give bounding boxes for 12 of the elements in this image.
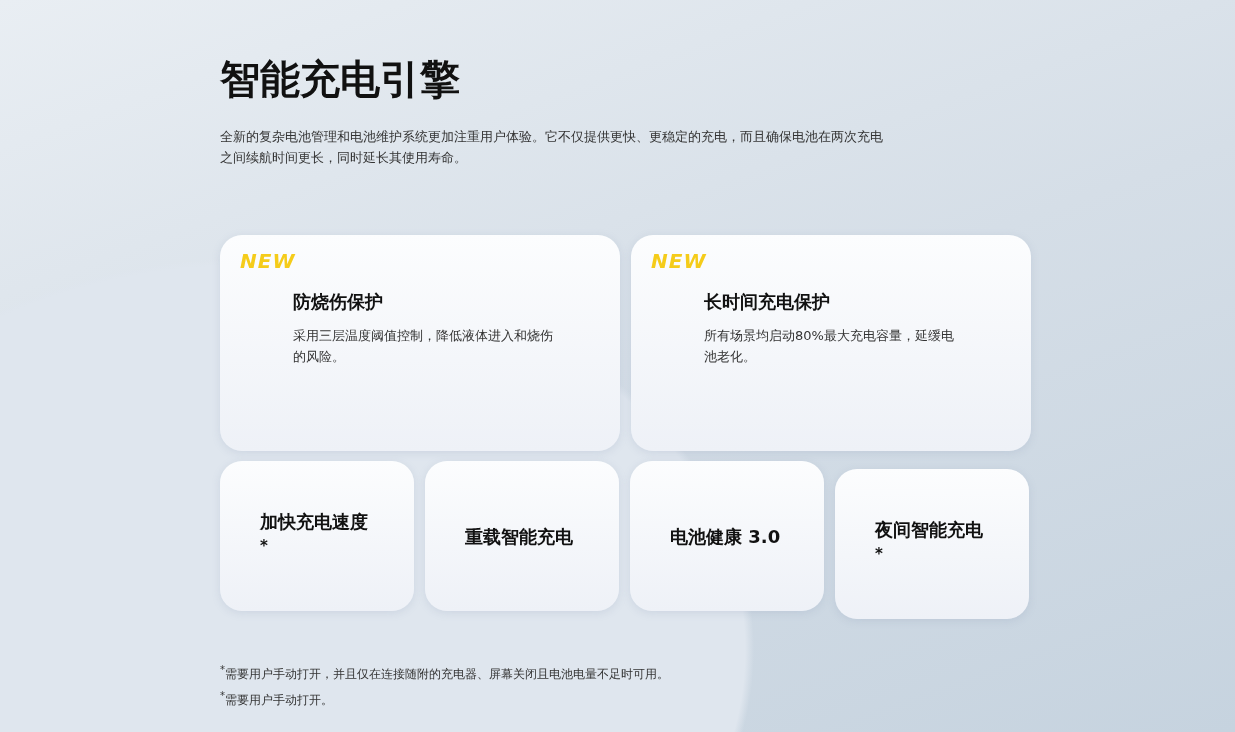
feature-description: 所有场景均启动80%最大充电容量，延缓电池老化。 xyxy=(704,327,955,366)
footnote: $^{*}$需要用户手动打开，并且仅在连接随附的充电器、屏幕关闭且电池电量不足时可用。 xyxy=(220,663,670,683)
intro-paragraph: 全新的复杂电池管理和电池维护系统更加注重用户体验。它不仅提供更快、更稳定的充电，而且确保电池在两次充电之间续航时间更长，同时延长其使用寿命。 xyxy=(220,128,884,167)
feature-description: 采用三层温度阈值控制，降低液体进入和烧伤的风险。 xyxy=(293,327,554,366)
new-label: NEW xyxy=(651,249,707,273)
feature-title: 重载智能充电 xyxy=(465,524,574,549)
footnote: $^{*}$需要用户手动打开。 xyxy=(220,689,334,709)
feature-title: 长时间充电保护 xyxy=(704,290,831,314)
page-title: 智能充电引擎 xyxy=(220,55,461,104)
feature-title: 防烧伤保护 xyxy=(293,290,384,314)
feature-title: 电池健康 3.0 xyxy=(670,524,782,549)
new-label: NEW xyxy=(240,249,296,273)
